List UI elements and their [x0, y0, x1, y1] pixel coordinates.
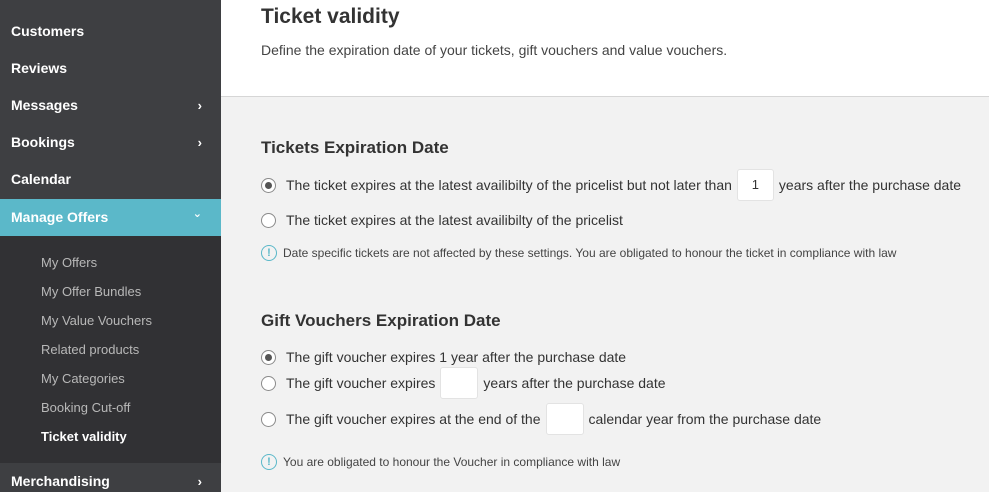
- tickets-info-note: ! Date specific tickets are not affected…: [261, 244, 896, 262]
- chevron-right-icon: ›: [197, 135, 202, 150]
- chevron-right-icon: ›: [197, 474, 202, 489]
- gift-option-calendar-year[interactable]: The gift voucher expires at the end of t…: [261, 403, 822, 435]
- sidebar-item-messages[interactable]: Messages ›: [0, 87, 221, 124]
- gift-option-years[interactable]: The gift voucher expires years after the…: [261, 367, 666, 399]
- sidebar: Customers Reviews Messages › Bookings › …: [0, 0, 221, 492]
- sidebar-item-label: Customers: [11, 23, 85, 39]
- gift-option-one-year-radio[interactable]: [261, 349, 276, 365]
- subnav-manage-offers: My Offers My Offer Bundles My Value Vouc…: [0, 236, 221, 463]
- sidebar-item-label: Reviews: [11, 60, 68, 76]
- sidebar-item-customers[interactable]: Customers: [0, 13, 221, 50]
- info-icon: !: [261, 454, 277, 470]
- subnav-item-booking-cut-off[interactable]: Booking Cut-off: [41, 400, 130, 416]
- sidebar-item-manage-offers[interactable]: Manage Offers ⌄: [0, 199, 221, 236]
- page-header: Ticket validity Define the expiration da…: [221, 0, 989, 97]
- page-title: Ticket validity: [261, 5, 400, 28]
- gift-option-calendar-year-radio[interactable]: [261, 411, 276, 427]
- option-text: The ticket expires at the latest availib…: [286, 177, 732, 193]
- gift-info-note: ! You are obligated to honour the Vouche…: [261, 453, 620, 471]
- subnav-item-my-offers[interactable]: My Offers: [41, 255, 97, 271]
- option-text: The gift voucher expires: [286, 375, 436, 391]
- subnav-item-my-categories[interactable]: My Categories: [41, 371, 125, 387]
- ticket-option-latest-availability[interactable]: The ticket expires at the latest availib…: [261, 207, 623, 233]
- sidebar-item-label: Manage Offers: [11, 209, 109, 225]
- subnav-item-ticket-validity[interactable]: Ticket validity: [41, 429, 127, 445]
- info-icon: !: [261, 245, 277, 261]
- sidebar-item-merchandising[interactable]: Merchandising ›: [0, 463, 221, 492]
- chevron-right-icon: ›: [197, 98, 202, 113]
- gift-calendar-year-input[interactable]: [545, 403, 584, 435]
- sidebar-item-label: Messages: [11, 97, 78, 113]
- subnav-item-my-value-vouchers[interactable]: My Value Vouchers: [41, 313, 152, 329]
- tickets-section-title: Tickets Expiration Date: [261, 138, 449, 157]
- info-text: Date specific tickets are not affected b…: [283, 246, 897, 260]
- page-subtitle: Define the expiration date of your ticke…: [261, 42, 728, 58]
- ticket-option-max-years-radio[interactable]: [261, 177, 276, 193]
- sidebar-item-reviews[interactable]: Reviews: [0, 50, 221, 87]
- sidebar-item-bookings[interactable]: Bookings ›: [0, 124, 221, 161]
- sidebar-item-calendar[interactable]: Calendar: [0, 161, 221, 198]
- gift-section-title: Gift Vouchers Expiration Date: [261, 311, 501, 330]
- sidebar-item-label: Merchandising: [11, 473, 110, 489]
- option-text: years after the purchase date: [483, 375, 666, 391]
- ticket-option-max-years[interactable]: The ticket expires at the latest availib…: [261, 169, 962, 201]
- gift-option-years-radio[interactable]: [261, 375, 276, 391]
- subnav-item-my-offer-bundles[interactable]: My Offer Bundles: [41, 284, 141, 300]
- ticket-years-input[interactable]: 1: [736, 169, 774, 201]
- option-text: The ticket expires at the latest availib…: [286, 212, 623, 228]
- gift-years-input[interactable]: [440, 367, 479, 399]
- ticket-option-latest-availability-radio[interactable]: [261, 212, 276, 228]
- option-text: The gift voucher expires at the end of t…: [286, 411, 541, 427]
- option-text: calendar year from the purchase date: [588, 411, 822, 427]
- option-text: years after the purchase date: [778, 177, 962, 193]
- sidebar-item-label: Calendar: [11, 171, 71, 187]
- subnav-item-related-products[interactable]: Related products: [41, 342, 139, 358]
- chevron-down-icon: ⌄: [192, 208, 202, 220]
- sidebar-item-label: Bookings: [11, 134, 75, 150]
- info-text: You are obligated to honour the Voucher …: [283, 455, 621, 469]
